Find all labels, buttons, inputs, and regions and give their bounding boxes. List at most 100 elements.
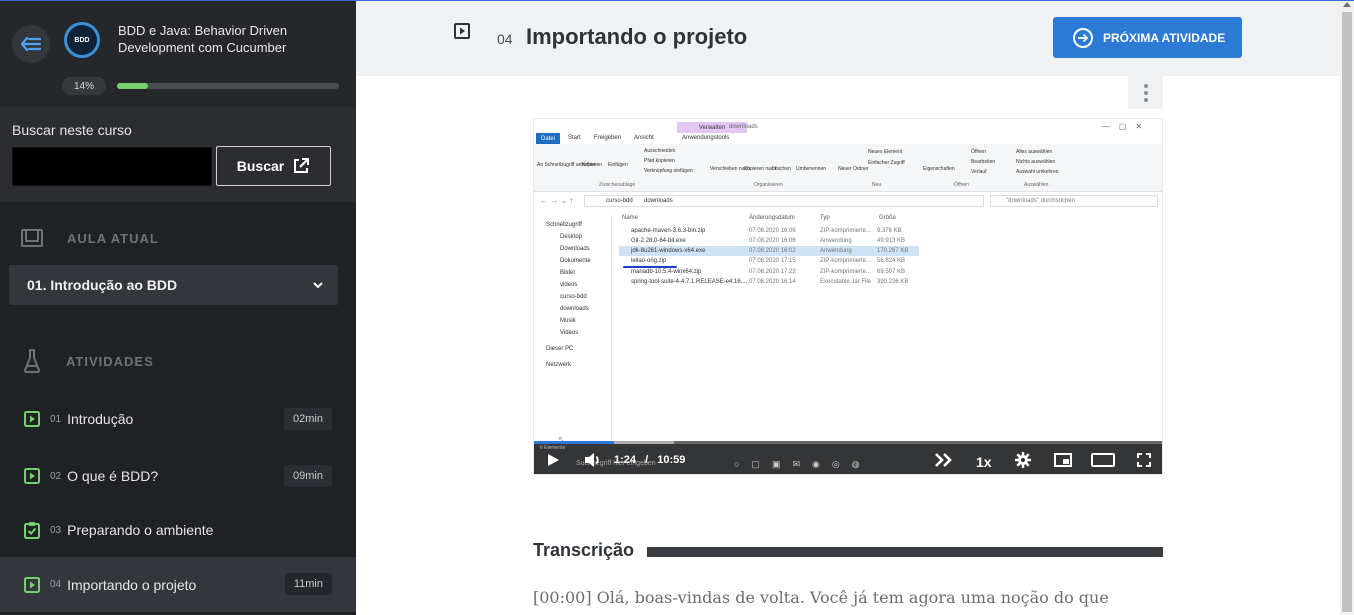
nav-item: Downloads bbox=[560, 246, 590, 252]
page-title: Importando o projeto bbox=[526, 24, 748, 49]
file-date: 07.08.2020 16:02 bbox=[749, 248, 796, 254]
fast-forward-icon bbox=[935, 453, 952, 467]
nav-arrows-icon: ← → ⌄ ↑ bbox=[540, 196, 574, 205]
pip-icon bbox=[1054, 453, 1072, 467]
more-options-button[interactable] bbox=[1128, 76, 1163, 109]
file-date: 07.08.2020 16:06 bbox=[749, 228, 796, 234]
activity-title: O que é BDD? bbox=[67, 468, 159, 484]
nav-item: Schnellzugriff bbox=[546, 222, 582, 228]
theater-mode-icon bbox=[1091, 453, 1115, 467]
ribbon-item: Bearbeiten bbox=[971, 159, 996, 165]
settings-button[interactable] bbox=[1015, 452, 1031, 468]
activity-title: Importando o projeto bbox=[67, 576, 197, 593]
file-row: Git-2.28.0-64-bit.exe 07.08.2020 16:06 A… bbox=[619, 236, 919, 246]
back-menu-icon bbox=[21, 36, 41, 52]
ribbon-item: Nichts auswählen bbox=[1016, 159, 1056, 165]
ribbon-item: Löschen bbox=[772, 166, 791, 172]
video-time-separator: / bbox=[645, 454, 649, 466]
activity-duration: 02min bbox=[284, 408, 332, 430]
activity-number: 04 bbox=[50, 579, 62, 590]
chevron-down-icon bbox=[313, 282, 323, 289]
video-progress-fill bbox=[534, 441, 615, 444]
file-name: jdk-8u261-windows-x64.exe bbox=[631, 248, 706, 254]
column-header: Name bbox=[622, 215, 639, 221]
scroll-up-icon[interactable] bbox=[1343, 2, 1351, 7]
explorer-tab-file: Datei bbox=[536, 133, 560, 144]
course-title[interactable]: BDD e Java: Behavior Driven Development … bbox=[118, 22, 348, 56]
external-link-icon bbox=[294, 158, 310, 173]
ribbon-item: Verknüpfung einfügen bbox=[644, 168, 693, 174]
video-play-icon bbox=[24, 468, 40, 484]
ribbon-group: Zwischenablage bbox=[599, 182, 636, 188]
video-player[interactable]: Verwalten downloads — ▢ ✕ Datei Start Fr… bbox=[533, 118, 1163, 475]
fullscreen-button[interactable] bbox=[1137, 453, 1151, 467]
file-date: 07.08.2020 16:06 bbox=[749, 238, 796, 244]
ribbon-item: Einfacher Zugriff bbox=[868, 160, 905, 166]
ribbon-item: Kopieren bbox=[582, 162, 603, 168]
activity-title: Introdução bbox=[67, 411, 134, 427]
top-accent-line bbox=[0, 0, 1354, 1]
lesson-number: 04 bbox=[497, 31, 513, 47]
skip-forward-button[interactable] bbox=[934, 453, 954, 467]
volume-button[interactable] bbox=[584, 452, 602, 468]
back-button[interactable] bbox=[12, 25, 50, 63]
nav-item: Netzwerk bbox=[546, 362, 572, 368]
activity-item-02[interactable]: 02 O que é BDD? 09min bbox=[0, 453, 356, 499]
course-logo: BDD bbox=[64, 22, 100, 58]
progress-percent-badge: 14% bbox=[62, 77, 106, 95]
explorer-tab-bar bbox=[534, 133, 1162, 144]
play-icon bbox=[548, 454, 559, 466]
file-name: Git-2.28.0-64-bit.exe bbox=[631, 238, 686, 244]
activity-item-03[interactable]: 03 Preparando o ambiente bbox=[0, 507, 356, 553]
current-lesson-dropdown[interactable]: 01. Introdução ao BDD bbox=[9, 265, 338, 305]
file-type: Anwendung bbox=[820, 248, 852, 254]
column-header: Typ bbox=[820, 215, 830, 221]
picture-in-picture-button[interactable] bbox=[1054, 453, 1072, 467]
file-size: 390.236 KB bbox=[877, 279, 909, 285]
scrollbar-thumb[interactable] bbox=[1342, 12, 1352, 612]
explorer-tab-view: Ansicht bbox=[634, 135, 654, 141]
theater-mode-button[interactable] bbox=[1091, 453, 1115, 467]
course-header: BDD BDD e Java: Behavior Driven Developm… bbox=[0, 0, 356, 107]
ribbon-item: Ausschneiden bbox=[644, 148, 676, 154]
playback-speed-button[interactable]: 1x bbox=[976, 454, 992, 470]
ribbon-item: Neuer Ordner bbox=[838, 166, 869, 172]
file-size: 170.267 KB bbox=[877, 248, 909, 254]
arrow-right-circle-icon bbox=[1073, 27, 1093, 48]
file-type: Anwendung bbox=[820, 238, 852, 244]
file-row: spring-tool-suite-4-4.7.1.RELEASE-e4.16.… bbox=[619, 277, 919, 287]
search-input[interactable] bbox=[12, 147, 212, 186]
activity-item-01[interactable]: 01 Introdução 02min bbox=[0, 396, 356, 442]
ribbon-item: Einfügen bbox=[608, 162, 628, 168]
explorer-window-title: downloads bbox=[729, 124, 758, 130]
next-activity-label: PRÓXIMA ATIVIDADE bbox=[1103, 30, 1226, 45]
video-progress-bar[interactable] bbox=[534, 441, 1162, 444]
nav-item: Musik bbox=[560, 318, 576, 324]
ribbon-item: Alles auswählen bbox=[1016, 149, 1053, 155]
sidebar: BDD BDD e Java: Behavior Driven Developm… bbox=[0, 0, 356, 615]
search-button[interactable]: Buscar bbox=[216, 146, 331, 186]
activity-duration: 11min bbox=[284, 573, 332, 595]
file-date: 07.08.2020 17:23 bbox=[749, 269, 796, 275]
fullscreen-icon bbox=[1137, 453, 1151, 467]
nav-item: downloads bbox=[560, 306, 589, 312]
video-time: 1:24 / 10:59 bbox=[614, 454, 685, 466]
nav-item: Bilder bbox=[560, 270, 576, 276]
explorer-status: 6 Elemente bbox=[540, 445, 566, 451]
nav-item: Desktop bbox=[560, 234, 583, 240]
video-current-time: 1:24 bbox=[614, 454, 637, 466]
ribbon-item: Neues Element bbox=[868, 149, 903, 155]
ribbon-item: Öffnen bbox=[971, 149, 986, 155]
explorer-search-placeholder: "downloads" durchsuchen bbox=[1006, 198, 1075, 204]
video-play-icon bbox=[24, 576, 40, 593]
activity-item-04[interactable]: 04 Importando o projeto 11min bbox=[0, 557, 356, 612]
next-activity-button[interactable]: PRÓXIMA ATIVIDADE bbox=[1053, 17, 1242, 58]
file-name: spring-tool-suite-4-4.7.1.RELEASE-e4.16.… bbox=[631, 279, 748, 285]
play-button[interactable] bbox=[546, 453, 560, 467]
file-name: apache-maven-3.6.3-bin.zip bbox=[631, 228, 706, 234]
transcript-title: Transcrição bbox=[533, 540, 635, 560]
activities-label: ATIVIDADES bbox=[66, 354, 154, 369]
nav-item: Dokumente bbox=[560, 258, 591, 264]
flask-icon bbox=[24, 349, 40, 373]
nav-item: Dieser PC bbox=[546, 346, 574, 352]
